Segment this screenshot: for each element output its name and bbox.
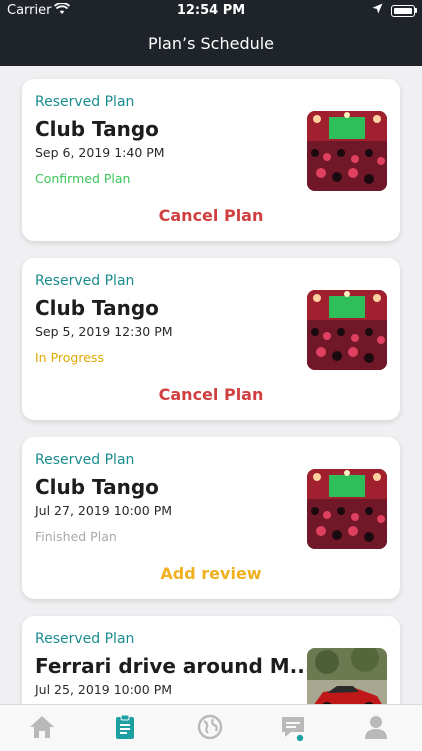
clipboard-icon <box>111 713 141 741</box>
location-arrow-icon <box>372 3 383 18</box>
plan-name: Club Tango <box>35 296 159 320</box>
plan-name: Club Tango <box>35 475 159 499</box>
navigation-bar: Plan’s Schedule <box>0 22 422 66</box>
plan-card[interactable]: Reserved Plan Ferrari drive around M... … <box>22 616 400 704</box>
tab-schedule[interactable] <box>111 713 141 743</box>
page-title: Plan’s Schedule <box>147 34 275 53</box>
globe-icon <box>196 713 226 741</box>
battery-icon <box>391 5 415 17</box>
tab-explore[interactable] <box>196 713 226 743</box>
plan-date: Jul 25, 2019 10:00 PM <box>35 682 173 697</box>
reserved-plan-label: Reserved Plan <box>35 94 135 110</box>
tab-home[interactable] <box>28 713 58 743</box>
plan-date: Jul 27, 2019 10:00 PM <box>35 503 173 518</box>
reserved-plan-label: Reserved Plan <box>35 273 135 289</box>
plan-name: Ferrari drive around M... <box>35 654 313 678</box>
plan-card[interactable]: Reserved Plan Club Tango Sep 6, 2019 1:4… <box>22 79 400 241</box>
tab-messages[interactable] <box>279 713 309 743</box>
tab-bar <box>0 704 422 751</box>
cancel-plan-button[interactable]: Cancel Plan <box>22 206 400 225</box>
plan-status: Finished Plan <box>35 529 117 544</box>
club-tango-photo <box>307 469 387 549</box>
add-review-button[interactable]: Add review <box>22 564 400 583</box>
cancel-plan-button[interactable]: Cancel Plan <box>22 385 400 404</box>
plan-name: Club Tango <box>35 117 159 141</box>
plan-status: In Progress <box>35 350 104 365</box>
plan-card[interactable]: Reserved Plan Club Tango Sep 5, 2019 12:… <box>22 258 400 420</box>
battery-tip <box>415 8 417 13</box>
club-tango-photo <box>307 290 387 370</box>
reserved-plan-label: Reserved Plan <box>35 631 135 647</box>
club-tango-photo <box>307 111 387 191</box>
chat-icon <box>279 713 309 741</box>
profile-icon <box>362 713 392 741</box>
home-icon <box>28 713 58 741</box>
plan-status: Confirmed Plan <box>35 171 131 186</box>
clock: 12:54 PM <box>176 3 246 18</box>
plan-date: Sep 6, 2019 1:40 PM <box>35 145 165 160</box>
plan-date: Sep 5, 2019 12:30 PM <box>35 324 173 339</box>
status-bar: Carrier 12:54 PM <box>0 0 422 22</box>
tab-profile[interactable] <box>362 713 392 743</box>
plan-list[interactable]: Reserved Plan Club Tango Sep 6, 2019 1:4… <box>0 66 422 704</box>
plan-card[interactable]: Reserved Plan Club Tango Jul 27, 2019 10… <box>22 437 400 599</box>
ferrari-photo <box>307 648 387 704</box>
reserved-plan-label: Reserved Plan <box>35 452 135 468</box>
